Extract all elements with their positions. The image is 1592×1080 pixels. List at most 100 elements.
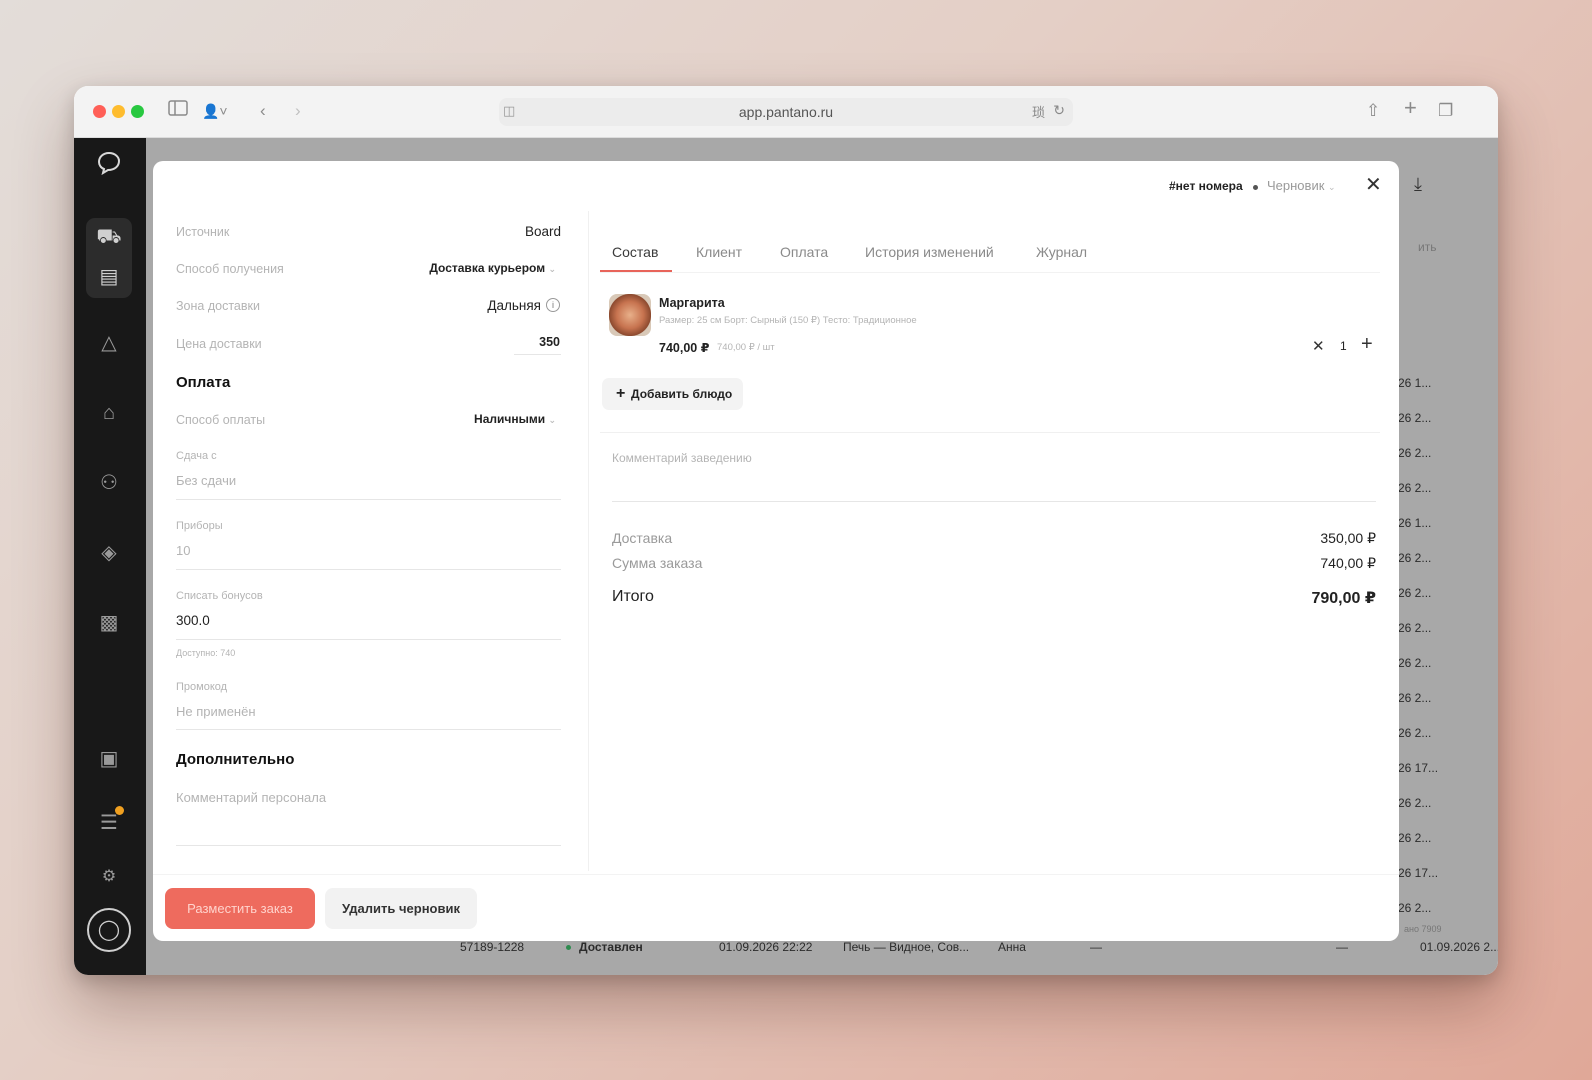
- field-underline: [176, 729, 561, 730]
- new-tab-icon[interactable]: +: [1404, 97, 1417, 119]
- tag-icon[interactable]: ◈: [96, 540, 122, 566]
- background-date-cell: 26 17...: [1398, 761, 1439, 775]
- payment-method-select[interactable]: Наличными ⌄: [474, 412, 556, 426]
- remove-item-icon[interactable]: ✕: [1312, 337, 1325, 355]
- close-window-button[interactable]: [93, 105, 106, 118]
- bonus-input[interactable]: 300.0: [176, 613, 210, 628]
- item-details: Размер: 25 см Борт: Сырный (150 ₽) Тесто…: [659, 315, 917, 326]
- field-underline: [176, 845, 561, 846]
- panel-divider: [588, 211, 589, 871]
- tab-log[interactable]: Журнал: [1036, 244, 1087, 260]
- cloche-icon[interactable]: △: [96, 330, 122, 356]
- row-date: 01.09.2026 22:22: [719, 940, 813, 954]
- app-sidebar: ⛟ ▤ △ ⌂ ⚇ ◈ ▩ ▣ ☰ ⚙ ◯: [74, 138, 146, 975]
- delivery-price-input[interactable]: 350: [539, 335, 560, 349]
- tab-history[interactable]: История изменений: [865, 244, 994, 260]
- change-input[interactable]: Без сдачи: [176, 473, 236, 488]
- order-sum-value: 740,00 ₽: [1320, 555, 1376, 571]
- logo-icon: [96, 150, 122, 176]
- background-date-cell: 26 2...: [1398, 831, 1432, 845]
- place-order-button[interactable]: Разместить заказ: [165, 888, 315, 929]
- add-dish-button[interactable]: + Добавить блюдо: [602, 378, 743, 410]
- tab-payment[interactable]: Оплата: [780, 244, 828, 260]
- minimize-window-button[interactable]: [112, 105, 125, 118]
- status-value: Черновик: [1267, 178, 1325, 193]
- row-status: Доставлен: [579, 940, 643, 954]
- promo-label: Промокод: [176, 681, 228, 693]
- order-modal: #нет номера Черновик ⌄ ✕ Источник Board …: [153, 161, 1399, 941]
- users-icon[interactable]: ⚇: [96, 470, 122, 496]
- background-date-cell: 26 2...: [1398, 586, 1432, 600]
- staff-comment-input[interactable]: Комментарий персонала: [176, 790, 326, 805]
- delivery-total-label: Доставка: [612, 530, 673, 546]
- row-place: Печь — Видное, Сов...: [843, 940, 970, 954]
- item-unit-price: 740,00 ₽ / шт: [717, 342, 775, 353]
- status-select[interactable]: Черновик ⌄: [1267, 178, 1336, 193]
- pizza-thumbnail: [609, 294, 651, 336]
- avatar[interactable]: ◯: [87, 908, 131, 952]
- tabs-divider: [600, 272, 1380, 273]
- chart-icon[interactable]: ▩: [96, 610, 122, 636]
- background-date-cell: 26 2...: [1398, 481, 1432, 495]
- table-header-fragment: ить: [1418, 240, 1437, 254]
- address-bar[interactable]: ◫ app.pantano.ru 琐 ↻: [499, 98, 1073, 126]
- status-dot: [566, 945, 571, 950]
- chevron-down-icon: ⌄: [1328, 182, 1336, 192]
- share-icon[interactable]: ⇧: [1366, 100, 1380, 122]
- document-icon[interactable]: ▣: [96, 746, 122, 772]
- settings-icon[interactable]: ⚙: [96, 864, 122, 890]
- reload-icon[interactable]: ↻: [1053, 102, 1065, 119]
- tab-composition[interactable]: Состав: [612, 244, 658, 260]
- row-dash: —: [1090, 940, 1102, 954]
- delivery-truck-icon[interactable]: ⛟: [96, 224, 122, 250]
- order-number: #нет номера: [1169, 179, 1243, 193]
- background-date-cell: 26 1...: [1398, 516, 1432, 530]
- profile-icon[interactable]: 👤˅: [202, 100, 228, 122]
- section-divider: [600, 432, 1380, 433]
- chevron-down-icon: ⌄: [548, 264, 556, 274]
- utensils-input[interactable]: 10: [176, 543, 190, 558]
- background-date-cell: 26 1...: [1398, 376, 1432, 390]
- promo-input[interactable]: Не применён: [176, 704, 256, 719]
- footer-divider: [153, 874, 1399, 875]
- store-icon[interactable]: ⌂: [96, 400, 122, 426]
- item-name: Маргарита: [659, 296, 725, 310]
- tabs-overview-icon[interactable]: ❐: [1438, 100, 1453, 122]
- extra-heading: Дополнительно: [176, 751, 295, 768]
- venue-comment-input[interactable]: Комментарий заведению: [612, 451, 752, 465]
- translate-icon[interactable]: 琐: [1032, 102, 1045, 121]
- close-icon[interactable]: ✕: [1365, 172, 1382, 197]
- separator-dot: [1253, 185, 1258, 190]
- plus-icon: +: [616, 385, 626, 402]
- zone-value: Дальняя: [487, 298, 541, 313]
- download-icon[interactable]: ⤓: [1414, 174, 1422, 195]
- background-date-cell: 26 2...: [1398, 726, 1432, 740]
- forward-icon[interactable]: ›: [295, 100, 301, 122]
- zone-label: Зона доставки: [176, 299, 260, 313]
- tab-client[interactable]: Клиент: [696, 244, 742, 260]
- delete-draft-button[interactable]: Удалить черновик: [325, 888, 477, 929]
- price-underline: [514, 354, 561, 355]
- bonus-hint: Доступно: 740: [176, 648, 236, 658]
- receive-method-select[interactable]: Доставка курьером ⌄: [429, 261, 556, 275]
- order-sum-label: Сумма заказа: [612, 555, 703, 571]
- orders-box-icon[interactable]: ▤: [96, 264, 122, 290]
- payment-method-label: Способ оплаты: [176, 413, 266, 427]
- background-date-cell: 26 2...: [1398, 656, 1432, 670]
- browser-window: 👤˅ ‹ › ◫ app.pantano.ru 琐 ↻ ⇧ + ❐ ⛟ ▤ △ …: [74, 86, 1498, 975]
- sidebar-toggle-icon[interactable]: [168, 100, 188, 122]
- change-label: Сдача с: [176, 450, 217, 462]
- bonus-label: Списать бонусов: [176, 590, 263, 602]
- row-id: 57189-1228: [460, 940, 525, 954]
- add-dish-label: Добавить блюдо: [631, 387, 733, 401]
- background-date-cell: 26 2...: [1398, 621, 1432, 635]
- info-icon[interactable]: i: [546, 298, 560, 312]
- item-price: 740,00 ₽: [659, 341, 710, 355]
- back-icon[interactable]: ‹: [260, 100, 266, 122]
- utensils-label: Приборы: [176, 520, 223, 532]
- zoom-window-button[interactable]: [131, 105, 144, 118]
- increase-quantity-icon[interactable]: +: [1361, 333, 1373, 356]
- row-date-2: 01.09.2026 2...: [1420, 940, 1498, 954]
- background-date-cell: 26 2...: [1398, 446, 1432, 460]
- chevron-down-icon: ⌄: [548, 415, 556, 425]
